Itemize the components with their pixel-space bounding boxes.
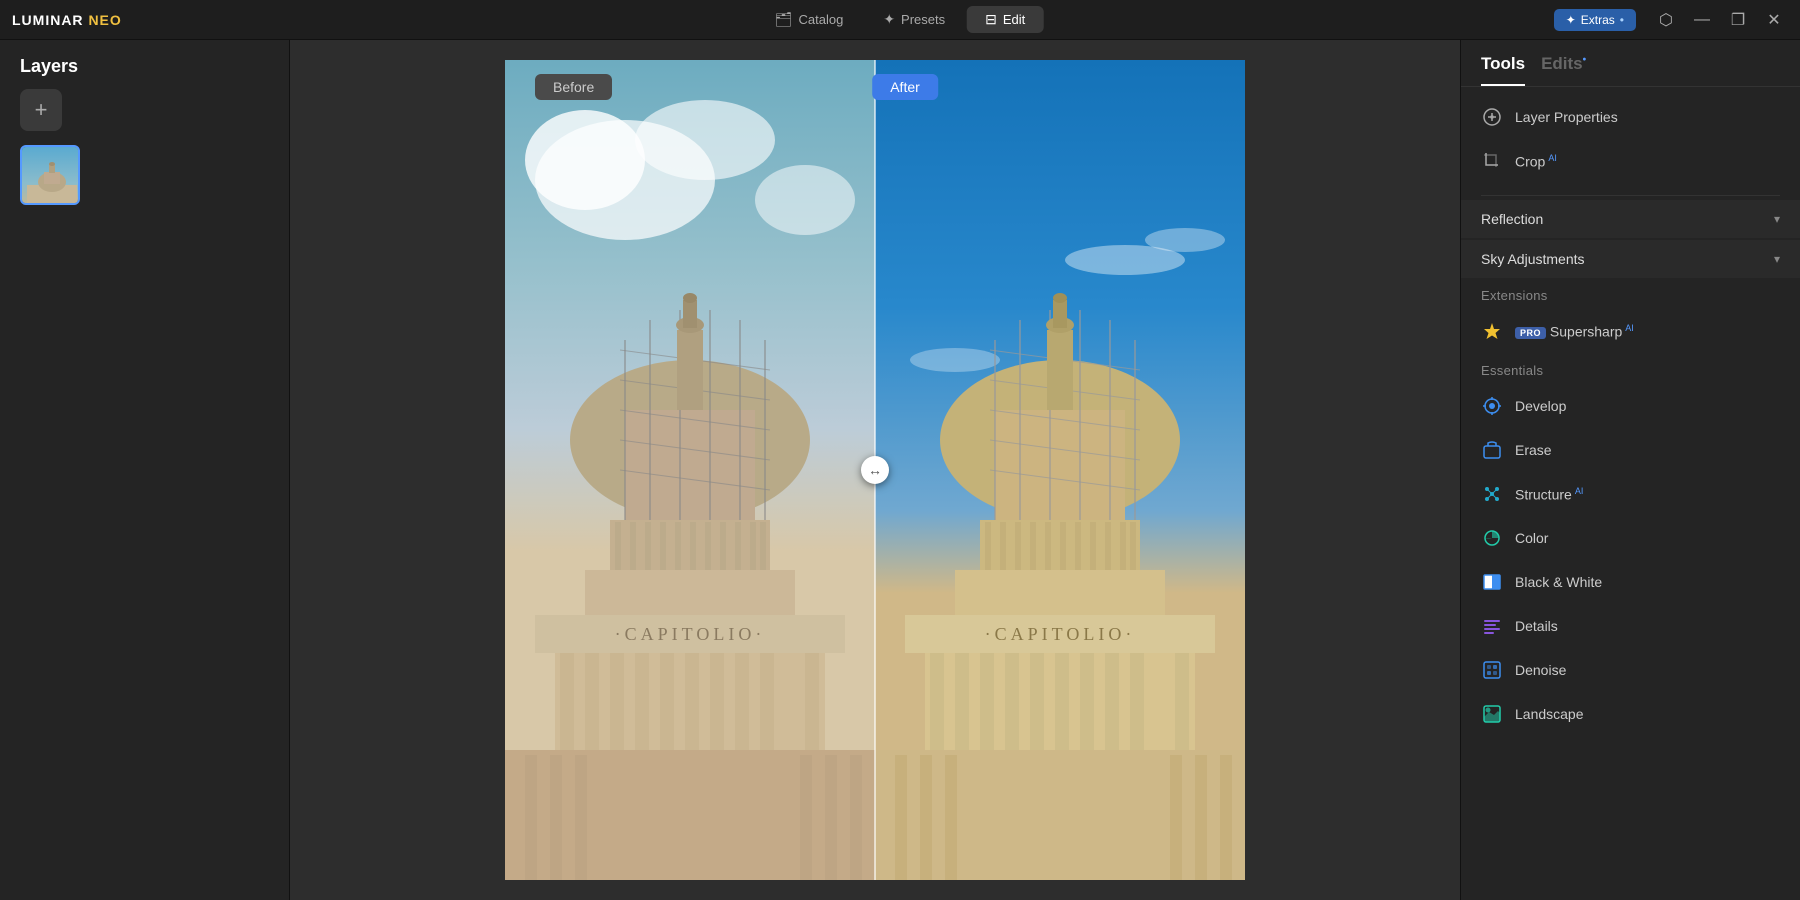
details-icon [1481,615,1503,637]
extras-dot: • [1620,13,1624,27]
layers-title: Layers [0,40,289,89]
app-logo: LUMINAR NEO [12,12,122,28]
maximize-button[interactable]: ❐ [1724,6,1752,34]
extensions-header: Extensions [1461,278,1800,309]
denoise-icon [1481,659,1503,681]
titlebar: LUMINAR NEO 🗂 Catalog ✦ Presets ⊟ Edit ✦… [0,0,1800,40]
image-before: ·CAPITOLIO· [505,60,875,880]
reflection-chevron: ▾ [1774,212,1780,226]
before-scene-svg: ·CAPITOLIO· [505,60,875,880]
layer-properties-icon [1481,106,1503,128]
titlebar-right: ✦ Extras • ⬡ — ❐ ✕ [1554,6,1788,34]
nav-catalog[interactable]: 🗂 Catalog [757,6,862,33]
layer-properties-label: Layer Properties [1515,109,1780,125]
minimize-button[interactable]: — [1688,6,1716,34]
image-after: ·CAPITOLIO· [875,60,1245,880]
tool-denoise[interactable]: Denoise [1461,648,1800,692]
layer-thumb-image [22,147,78,203]
pro-badge: PRO [1515,327,1546,339]
edits-dot: • [1583,54,1587,65]
main-layout: Layers + [0,40,1800,900]
details-label: Details [1515,618,1780,634]
bw-label: Black & White [1515,574,1780,590]
crop-label: CropAI [1515,153,1780,170]
nav-edit[interactable]: ⊟ Edit [967,6,1043,33]
edit-icon: ⊟ [985,11,997,28]
landscape-icon [1481,703,1503,725]
structure-label: StructureAI [1515,486,1780,503]
erase-icon [1481,439,1503,461]
bw-icon [1481,571,1503,593]
close-button[interactable]: ✕ [1760,6,1788,34]
plus-icon: + [35,97,48,123]
sky-adjustments-chevron: ▾ [1774,252,1780,266]
thumbnail-svg [22,147,80,205]
tool-black-white[interactable]: Black & White [1461,560,1800,604]
develop-label: Develop [1515,398,1780,414]
tool-crop[interactable]: CropAI [1461,139,1800,183]
tools-tabs: Tools Edits• [1461,40,1800,87]
svg-text:·CAPITOLIO·: ·CAPITOLIO· [985,624,1136,644]
divider-handle[interactable] [861,456,889,484]
tool-color[interactable]: Color [1461,516,1800,560]
layer-thumbnail[interactable] [20,145,80,205]
tool-supersharp[interactable]: PRO SupersharpAI [1461,309,1800,353]
extras-button[interactable]: ✦ Extras • [1554,9,1636,31]
essentials-header: Essentials [1461,353,1800,384]
after-label[interactable]: After [872,74,938,100]
tool-reflection[interactable]: Reflection ▾ [1461,200,1800,238]
main-tools-section: Layer Properties CropAI [1461,87,1800,191]
nav-presets[interactable]: ✦ Presets [865,6,963,33]
develop-icon [1481,395,1503,417]
structure-icon [1481,483,1503,505]
catalog-icon: 🗂 [775,11,793,28]
color-label: Color [1515,530,1780,546]
svg-text:·CAPITOLIO·: ·CAPITOLIO· [615,624,766,644]
supersharp-ai: AI [1625,323,1634,333]
tool-erase[interactable]: Erase [1461,428,1800,472]
supersharp-icon [1481,320,1503,342]
after-scene-svg: ·CAPITOLIO· [875,60,1245,880]
tool-details[interactable]: Details [1461,604,1800,648]
window-controls: ⬡ — ❐ ✕ [1652,6,1788,34]
tool-develop[interactable]: Develop [1461,384,1800,428]
tool-layer-properties[interactable]: Layer Properties [1461,95,1800,139]
layers-panel: Layers + [0,40,290,900]
tab-tools[interactable]: Tools [1481,54,1525,86]
tab-edits[interactable]: Edits• [1541,54,1586,86]
structure-ai: AI [1575,486,1584,496]
presets-icon: ✦ [883,11,895,28]
extras-icon: ✦ [1566,13,1576,27]
crop-ai-badge: AI [1548,153,1557,163]
supersharp-label: PRO SupersharpAI [1515,323,1780,340]
landscape-label: Landscape [1515,706,1780,722]
color-icon [1481,527,1503,549]
section-divider-1 [1481,195,1780,196]
denoise-label: Denoise [1515,662,1780,678]
tool-landscape[interactable]: Landscape [1461,692,1800,736]
tool-structure[interactable]: StructureAI [1461,472,1800,516]
nav-bar: 🗂 Catalog ✦ Presets ⊟ Edit [757,6,1044,33]
add-layer-button[interactable]: + [20,89,62,131]
canvas-area: ·CAPITOLIO· [290,40,1460,900]
tools-panel: Tools Edits• Layer Properties [1460,40,1800,900]
before-label[interactable]: Before [535,74,612,100]
before-after-container: ·CAPITOLIO· [505,60,1245,880]
crop-icon [1481,150,1503,172]
tool-sky-adjustments[interactable]: Sky Adjustments ▾ [1461,240,1800,278]
erase-label: Erase [1515,442,1780,458]
share-button[interactable]: ⬡ [1652,6,1680,34]
